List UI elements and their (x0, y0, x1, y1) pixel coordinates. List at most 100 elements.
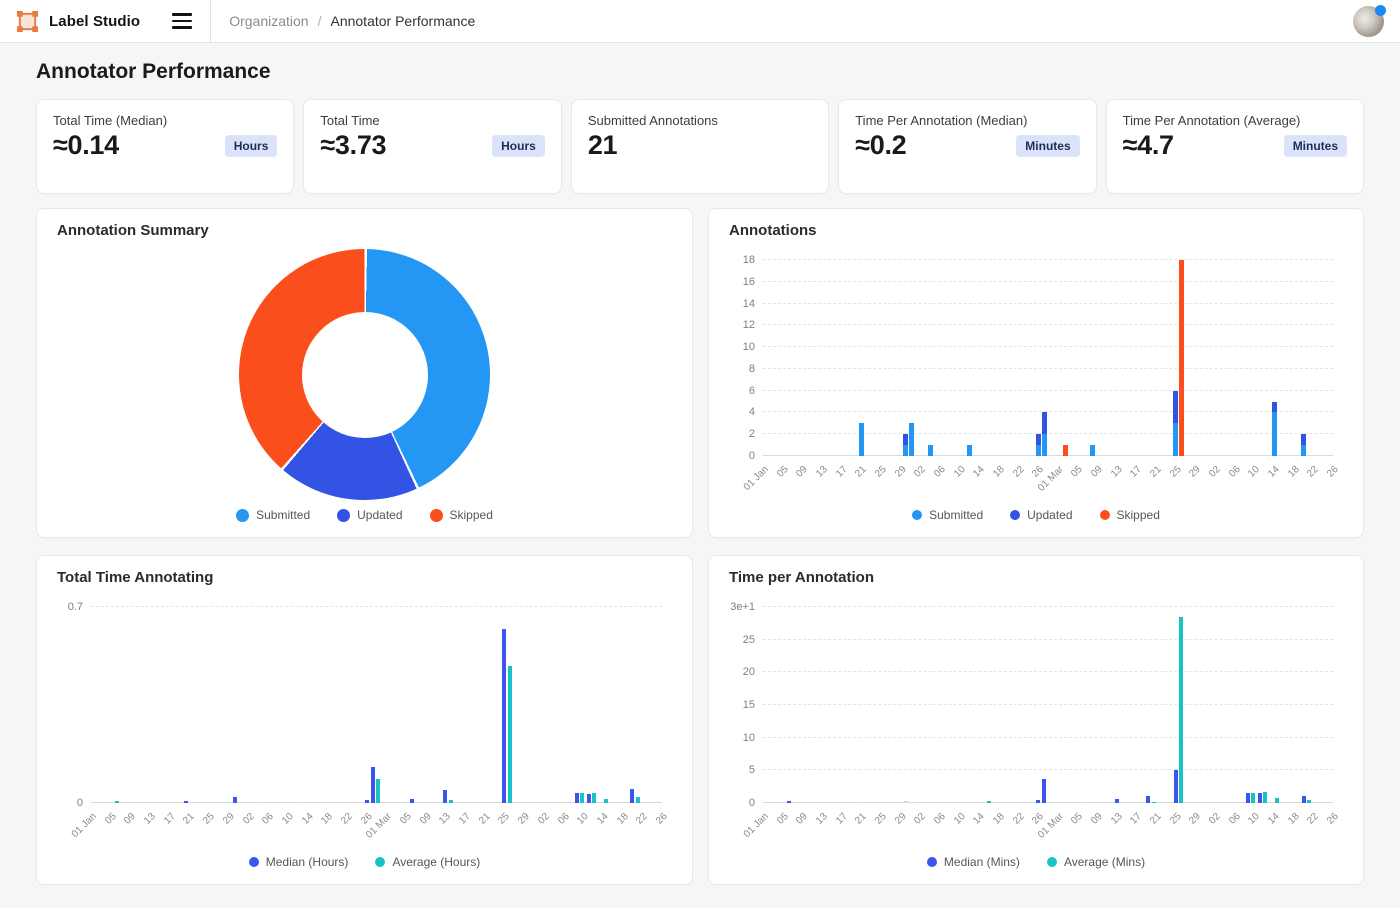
donut-chart[interactable] (239, 249, 490, 500)
x-tick-label: 02 (1207, 464, 1223, 480)
legend-label: Average (Mins) (1064, 855, 1145, 869)
label-studio-logo-icon (16, 10, 39, 33)
bar-segment (1251, 793, 1255, 803)
bar-segment (1042, 412, 1047, 434)
x-tick-label: 17 (457, 811, 473, 827)
stat-card-total-time-median: Total Time (Median) ≈0.14 Hours (36, 99, 294, 194)
chart-title: Annotations (729, 222, 1343, 246)
bar-segment (410, 799, 414, 803)
y-tick-label: 4 (749, 406, 755, 418)
x-tick-label: 05 (103, 811, 119, 827)
x-tick-label: 05 (1070, 811, 1086, 827)
x-tick-label: 21 (182, 811, 198, 827)
stat-card-time-per-annotation-median: Time Per Annotation (Median) ≈0.2 Minute… (838, 99, 1096, 194)
x-tick-label: 22 (1011, 811, 1027, 827)
gridline (763, 737, 1333, 738)
x-tick-label: 22 (634, 811, 650, 827)
bar-segment (1246, 793, 1250, 803)
x-tick-label: 09 (1089, 811, 1105, 827)
unit-badge: Minutes (1284, 135, 1347, 157)
hamburger-icon (172, 13, 192, 15)
chart-legend: Median (Hours) Average (Hours) (57, 855, 672, 869)
bar-segment (1146, 796, 1150, 803)
gridline (763, 303, 1333, 304)
bar-segment (1275, 798, 1279, 803)
annotation-summary-card: Annotation Summary SubmittedUpdatedSkipp… (36, 208, 693, 538)
time-per-annotation-plot[interactable]: 05101520253e+101 Jan05091317212529020610… (763, 599, 1333, 803)
bar-segment (1036, 800, 1040, 803)
legend-item-skipped[interactable]: Skipped (1100, 508, 1160, 522)
annotations-plot[interactable]: 02468101214161801 Jan0509131721252902061… (763, 252, 1333, 456)
bar-segment (1152, 802, 1156, 803)
legend-item-submitted[interactable]: Submitted (912, 508, 983, 522)
annotator-performance-screen: Label Studio Organization / Annotator Pe… (0, 0, 1400, 908)
legend-label: Updated (1027, 508, 1072, 522)
bar-segment (371, 767, 375, 803)
breadcrumb-organization[interactable]: Organization (229, 13, 308, 29)
bar-segment (1258, 793, 1262, 803)
bar-segment (928, 445, 933, 456)
legend-label: Skipped (450, 508, 493, 522)
legend-item-updated[interactable]: Updated (1010, 508, 1072, 522)
bar-segment (1302, 796, 1306, 803)
total-time-plot[interactable]: 00.701 Jan050913172125290206101418222601… (91, 599, 662, 803)
y-tick-label: 10 (743, 732, 755, 744)
legend-dot (249, 857, 259, 867)
brand-name: Label Studio (49, 13, 140, 30)
bar-segment (855, 802, 859, 803)
bar-segment (449, 800, 453, 803)
bar-segment (256, 802, 260, 803)
x-tick-label: 05 (1070, 464, 1086, 480)
x-tick-label: 21 (853, 464, 869, 480)
x-tick-label: 02 (1207, 811, 1223, 827)
legend-item-updated[interactable]: Updated (337, 508, 402, 522)
bar-segment (1036, 434, 1041, 445)
bar-segment (1174, 770, 1178, 803)
bar-segment (443, 790, 447, 803)
x-tick-label: 02 (536, 811, 552, 827)
legend-item-average-hours-[interactable]: Average (Hours) (375, 855, 480, 869)
legend-item-average-mins-[interactable]: Average (Mins) (1047, 855, 1145, 869)
bar-segment (508, 666, 512, 803)
x-tick-label: 22 (339, 811, 355, 827)
bar-segment (1173, 423, 1178, 456)
legend-item-median-mins-[interactable]: Median (Mins) (927, 855, 1020, 869)
legend-item-skipped[interactable]: Skipped (430, 508, 493, 522)
legend-item-submitted[interactable]: Submitted (236, 508, 310, 522)
stat-label: Submitted Annotations (588, 113, 812, 128)
donut-hole (302, 312, 428, 438)
bar-segment (592, 793, 596, 803)
y-tick-label: 3e+1 (730, 601, 755, 613)
stat-label: Time Per Annotation (Median) (855, 113, 1079, 128)
bar-segment (575, 793, 579, 803)
legend-dot (1047, 857, 1057, 867)
x-tick-label: 29 (516, 811, 532, 827)
bar-segment (1173, 391, 1178, 424)
gridline (763, 346, 1333, 347)
bar-segment (904, 801, 908, 803)
y-tick-label: 15 (743, 699, 755, 711)
x-tick-label: 10 (952, 464, 968, 480)
user-avatar[interactable] (1353, 6, 1384, 37)
x-tick-label: 26 (654, 811, 670, 827)
menu-toggle-button[interactable] (168, 9, 196, 32)
gridline (763, 769, 1333, 770)
legend-label: Median (Mins) (944, 855, 1020, 869)
gridline (763, 411, 1333, 412)
bar-segment (987, 801, 991, 803)
x-tick-label: 06 (1227, 464, 1243, 480)
y-tick-label: 25 (743, 634, 755, 646)
bar-segment (967, 445, 972, 456)
bar-segment (909, 423, 914, 456)
x-tick-label: 22 (1011, 464, 1027, 480)
gridline (763, 606, 1333, 607)
bar-segment (1115, 799, 1119, 803)
stat-card-total-time: Total Time ≈3.73 Hours (303, 99, 561, 194)
time-per-annotation-card: Time per Annotation 05101520253e+101 Jan… (708, 555, 1364, 885)
bar-segment (1263, 792, 1267, 803)
x-tick-label: 18 (1286, 464, 1302, 480)
gridline (763, 390, 1333, 391)
legend-item-median-hours-[interactable]: Median (Hours) (249, 855, 349, 869)
x-tick-label: 17 (1129, 464, 1145, 480)
stat-value: 21 (588, 130, 617, 161)
